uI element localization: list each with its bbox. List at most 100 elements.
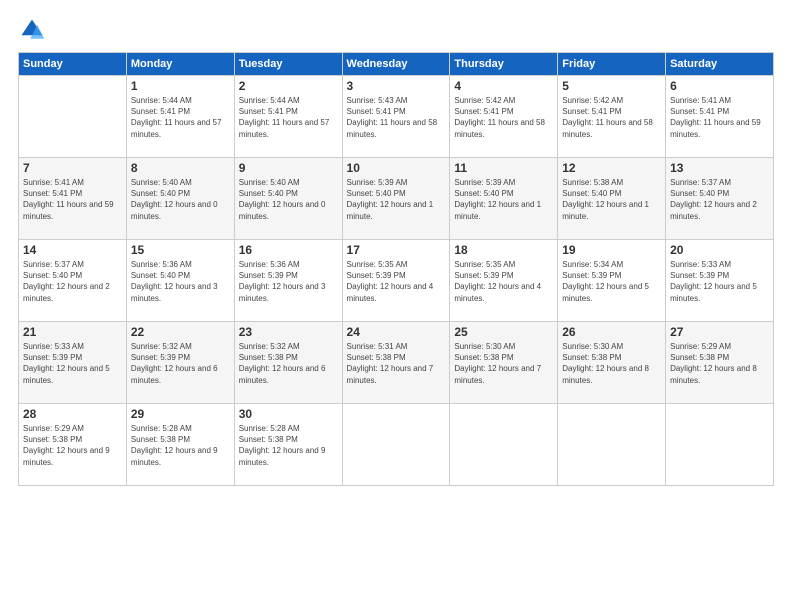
day-number: 28 [23, 407, 122, 421]
day-number: 19 [562, 243, 661, 257]
calendar-cell: 20 Sunrise: 5:33 AMSunset: 5:39 PMDaylig… [666, 240, 774, 322]
calendar-cell: 16 Sunrise: 5:36 AMSunset: 5:39 PMDaylig… [234, 240, 342, 322]
day-info: Sunrise: 5:36 AMSunset: 5:40 PMDaylight:… [131, 260, 218, 303]
day-number: 16 [239, 243, 338, 257]
day-info: Sunrise: 5:28 AMSunset: 5:38 PMDaylight:… [131, 424, 218, 467]
calendar-cell: 12 Sunrise: 5:38 AMSunset: 5:40 PMDaylig… [558, 158, 666, 240]
day-info: Sunrise: 5:34 AMSunset: 5:39 PMDaylight:… [562, 260, 649, 303]
day-info: Sunrise: 5:40 AMSunset: 5:40 PMDaylight:… [239, 178, 326, 221]
day-info: Sunrise: 5:41 AMSunset: 5:41 PMDaylight:… [23, 178, 114, 221]
calendar-cell: 13 Sunrise: 5:37 AMSunset: 5:40 PMDaylig… [666, 158, 774, 240]
calendar-cell [558, 404, 666, 486]
day-number: 3 [347, 79, 446, 93]
day-info: Sunrise: 5:30 AMSunset: 5:38 PMDaylight:… [454, 342, 541, 385]
day-number: 5 [562, 79, 661, 93]
calendar-cell: 14 Sunrise: 5:37 AMSunset: 5:40 PMDaylig… [19, 240, 127, 322]
day-info: Sunrise: 5:37 AMSunset: 5:40 PMDaylight:… [23, 260, 110, 303]
day-number: 24 [347, 325, 446, 339]
calendar-cell: 24 Sunrise: 5:31 AMSunset: 5:38 PMDaylig… [342, 322, 450, 404]
day-number: 27 [670, 325, 769, 339]
day-number: 4 [454, 79, 553, 93]
calendar-cell: 3 Sunrise: 5:43 AMSunset: 5:41 PMDayligh… [342, 76, 450, 158]
calendar-cell: 1 Sunrise: 5:44 AMSunset: 5:41 PMDayligh… [126, 76, 234, 158]
day-number: 13 [670, 161, 769, 175]
calendar-week-4: 21 Sunrise: 5:33 AMSunset: 5:39 PMDaylig… [19, 322, 774, 404]
calendar-cell: 30 Sunrise: 5:28 AMSunset: 5:38 PMDaylig… [234, 404, 342, 486]
weekday-header-wednesday: Wednesday [342, 53, 450, 76]
day-info: Sunrise: 5:37 AMSunset: 5:40 PMDaylight:… [670, 178, 757, 221]
calendar-cell: 23 Sunrise: 5:32 AMSunset: 5:38 PMDaylig… [234, 322, 342, 404]
day-info: Sunrise: 5:35 AMSunset: 5:39 PMDaylight:… [347, 260, 434, 303]
day-info: Sunrise: 5:40 AMSunset: 5:40 PMDaylight:… [131, 178, 218, 221]
logo [18, 16, 50, 44]
day-info: Sunrise: 5:42 AMSunset: 5:41 PMDaylight:… [562, 96, 653, 139]
day-info: Sunrise: 5:43 AMSunset: 5:41 PMDaylight:… [347, 96, 438, 139]
calendar-cell: 25 Sunrise: 5:30 AMSunset: 5:38 PMDaylig… [450, 322, 558, 404]
day-info: Sunrise: 5:41 AMSunset: 5:41 PMDaylight:… [670, 96, 761, 139]
weekday-header-tuesday: Tuesday [234, 53, 342, 76]
calendar-cell: 7 Sunrise: 5:41 AMSunset: 5:41 PMDayligh… [19, 158, 127, 240]
day-number: 14 [23, 243, 122, 257]
day-info: Sunrise: 5:30 AMSunset: 5:38 PMDaylight:… [562, 342, 649, 385]
day-info: Sunrise: 5:44 AMSunset: 5:41 PMDaylight:… [239, 96, 330, 139]
day-info: Sunrise: 5:28 AMSunset: 5:38 PMDaylight:… [239, 424, 326, 467]
weekday-header-monday: Monday [126, 53, 234, 76]
calendar-cell: 10 Sunrise: 5:39 AMSunset: 5:40 PMDaylig… [342, 158, 450, 240]
day-info: Sunrise: 5:29 AMSunset: 5:38 PMDaylight:… [670, 342, 757, 385]
day-number: 23 [239, 325, 338, 339]
day-number: 6 [670, 79, 769, 93]
day-info: Sunrise: 5:39 AMSunset: 5:40 PMDaylight:… [454, 178, 541, 221]
calendar-cell: 17 Sunrise: 5:35 AMSunset: 5:39 PMDaylig… [342, 240, 450, 322]
day-number: 1 [131, 79, 230, 93]
day-number: 18 [454, 243, 553, 257]
weekday-header-saturday: Saturday [666, 53, 774, 76]
day-info: Sunrise: 5:33 AMSunset: 5:39 PMDaylight:… [670, 260, 757, 303]
calendar-week-5: 28 Sunrise: 5:29 AMSunset: 5:38 PMDaylig… [19, 404, 774, 486]
calendar-cell: 9 Sunrise: 5:40 AMSunset: 5:40 PMDayligh… [234, 158, 342, 240]
day-number: 17 [347, 243, 446, 257]
day-number: 8 [131, 161, 230, 175]
day-info: Sunrise: 5:39 AMSunset: 5:40 PMDaylight:… [347, 178, 434, 221]
calendar-cell: 26 Sunrise: 5:30 AMSunset: 5:38 PMDaylig… [558, 322, 666, 404]
day-info: Sunrise: 5:32 AMSunset: 5:38 PMDaylight:… [239, 342, 326, 385]
day-number: 12 [562, 161, 661, 175]
calendar-week-1: 1 Sunrise: 5:44 AMSunset: 5:41 PMDayligh… [19, 76, 774, 158]
calendar-cell: 8 Sunrise: 5:40 AMSunset: 5:40 PMDayligh… [126, 158, 234, 240]
day-number: 10 [347, 161, 446, 175]
calendar-cell [19, 76, 127, 158]
calendar-cell: 15 Sunrise: 5:36 AMSunset: 5:40 PMDaylig… [126, 240, 234, 322]
day-number: 21 [23, 325, 122, 339]
day-info: Sunrise: 5:31 AMSunset: 5:38 PMDaylight:… [347, 342, 434, 385]
day-number: 11 [454, 161, 553, 175]
calendar-cell: 5 Sunrise: 5:42 AMSunset: 5:41 PMDayligh… [558, 76, 666, 158]
day-number: 30 [239, 407, 338, 421]
day-info: Sunrise: 5:33 AMSunset: 5:39 PMDaylight:… [23, 342, 110, 385]
weekday-header-thursday: Thursday [450, 53, 558, 76]
day-number: 7 [23, 161, 122, 175]
day-info: Sunrise: 5:35 AMSunset: 5:39 PMDaylight:… [454, 260, 541, 303]
day-info: Sunrise: 5:44 AMSunset: 5:41 PMDaylight:… [131, 96, 222, 139]
calendar-cell: 11 Sunrise: 5:39 AMSunset: 5:40 PMDaylig… [450, 158, 558, 240]
calendar-cell: 4 Sunrise: 5:42 AMSunset: 5:41 PMDayligh… [450, 76, 558, 158]
day-number: 2 [239, 79, 338, 93]
header [18, 16, 774, 44]
day-number: 20 [670, 243, 769, 257]
calendar-cell: 19 Sunrise: 5:34 AMSunset: 5:39 PMDaylig… [558, 240, 666, 322]
weekday-header-row: SundayMondayTuesdayWednesdayThursdayFrid… [19, 53, 774, 76]
page: SundayMondayTuesdayWednesdayThursdayFrid… [0, 0, 792, 612]
day-number: 15 [131, 243, 230, 257]
calendar-cell: 2 Sunrise: 5:44 AMSunset: 5:41 PMDayligh… [234, 76, 342, 158]
day-number: 22 [131, 325, 230, 339]
calendar-week-2: 7 Sunrise: 5:41 AMSunset: 5:41 PMDayligh… [19, 158, 774, 240]
calendar-week-3: 14 Sunrise: 5:37 AMSunset: 5:40 PMDaylig… [19, 240, 774, 322]
calendar-cell: 18 Sunrise: 5:35 AMSunset: 5:39 PMDaylig… [450, 240, 558, 322]
day-number: 25 [454, 325, 553, 339]
calendar-cell: 28 Sunrise: 5:29 AMSunset: 5:38 PMDaylig… [19, 404, 127, 486]
calendar-table: SundayMondayTuesdayWednesdayThursdayFrid… [18, 52, 774, 486]
day-info: Sunrise: 5:36 AMSunset: 5:39 PMDaylight:… [239, 260, 326, 303]
day-info: Sunrise: 5:32 AMSunset: 5:39 PMDaylight:… [131, 342, 218, 385]
calendar-cell [666, 404, 774, 486]
calendar-cell: 29 Sunrise: 5:28 AMSunset: 5:38 PMDaylig… [126, 404, 234, 486]
logo-icon [18, 16, 46, 44]
day-info: Sunrise: 5:42 AMSunset: 5:41 PMDaylight:… [454, 96, 545, 139]
